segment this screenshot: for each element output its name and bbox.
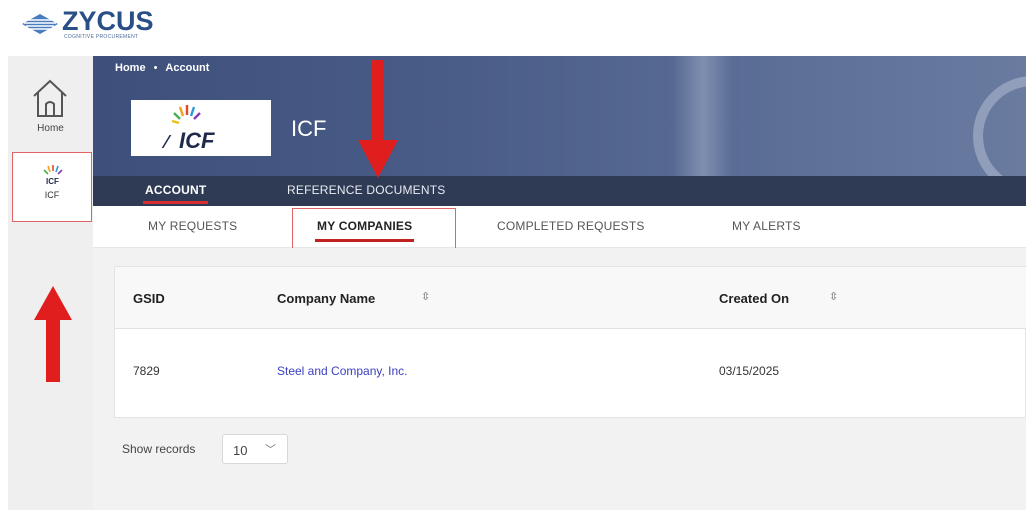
brand-bar: ZYCUS COGNITIVE PROCUREMENT	[0, 0, 1026, 46]
tab-completed-requests[interactable]: COMPLETED REQUESTS	[497, 219, 645, 233]
breadcrumb: Home • Account	[115, 62, 209, 74]
breadcrumb-separator: •	[153, 62, 158, 74]
cell-gsid: 7829	[133, 364, 160, 378]
column-header-created-on[interactable]: Created On	[719, 291, 789, 306]
sidebar-item-home[interactable]: Home	[8, 66, 93, 146]
icf-logo-icon: ICF	[43, 165, 63, 186]
records-select-value: 10	[233, 443, 248, 458]
chevron-down-icon: ﹀	[265, 444, 276, 456]
main-tabs: ACCOUNT REFERENCE DOCUMENTS	[93, 176, 1026, 206]
svg-text:ICF: ICF	[46, 177, 59, 186]
table-header: GSID Company Name ⇳ Created On ⇳	[115, 267, 1026, 329]
annotation-arrow-down	[358, 60, 398, 178]
cell-company-name-link[interactable]: Steel and Company, Inc.	[277, 364, 408, 378]
records-label: Show records	[122, 442, 196, 456]
sidebar-item-label: ICF	[44, 190, 60, 200]
records-select[interactable]: 10 ﹀	[222, 434, 288, 464]
page: ZYCUS COGNITIVE PROCUREMENT Home ICF ICF	[0, 0, 1026, 510]
tab-my-alerts[interactable]: MY ALERTS	[732, 219, 801, 233]
breadcrumb-home[interactable]: Home	[115, 62, 146, 74]
page-title: ICF	[291, 116, 327, 141]
home-icon	[33, 79, 67, 117]
breadcrumb-current: Account	[165, 62, 210, 74]
sidebar: Home ICF ICF	[8, 56, 93, 510]
companies-table: GSID Company Name ⇳ Created On ⇳ 7829 St…	[114, 266, 1026, 418]
account-logo: ⁄ ICF	[131, 100, 271, 156]
sidebar-item-label: Home	[37, 123, 64, 134]
icf-rays-icon	[171, 105, 201, 125]
annotation-arrow-up	[34, 286, 72, 382]
zycus-logo-icon	[22, 14, 58, 34]
brand-name: ZYCUS	[62, 6, 154, 36]
account-header: Home • Account ⁄ ICF ICF ACCOUNT REFERENCE…	[93, 56, 1026, 206]
cell-created-on: 03/15/2025	[719, 364, 780, 378]
tab-my-requests[interactable]: MY REQUESTS	[148, 219, 237, 233]
account-logo-text: ICF	[179, 128, 215, 153]
column-header-gsid: GSID	[133, 291, 165, 306]
brand-tagline: COGNITIVE PROCUREMENT	[64, 34, 139, 40]
tab-account[interactable]: ACCOUNT	[142, 183, 209, 204]
sub-tabs: MY REQUESTS MY COMPANIES COMPLETED REQUE…	[93, 206, 1026, 248]
column-header-company-name[interactable]: Company Name	[277, 291, 375, 306]
sort-icon[interactable]: ⇳	[829, 290, 838, 303]
tab-reference-documents[interactable]: REFERENCE DOCUMENTS	[287, 183, 445, 197]
sidebar-item-icf[interactable]: ICF ICF	[12, 152, 92, 222]
sort-icon[interactable]: ⇳	[421, 290, 430, 303]
